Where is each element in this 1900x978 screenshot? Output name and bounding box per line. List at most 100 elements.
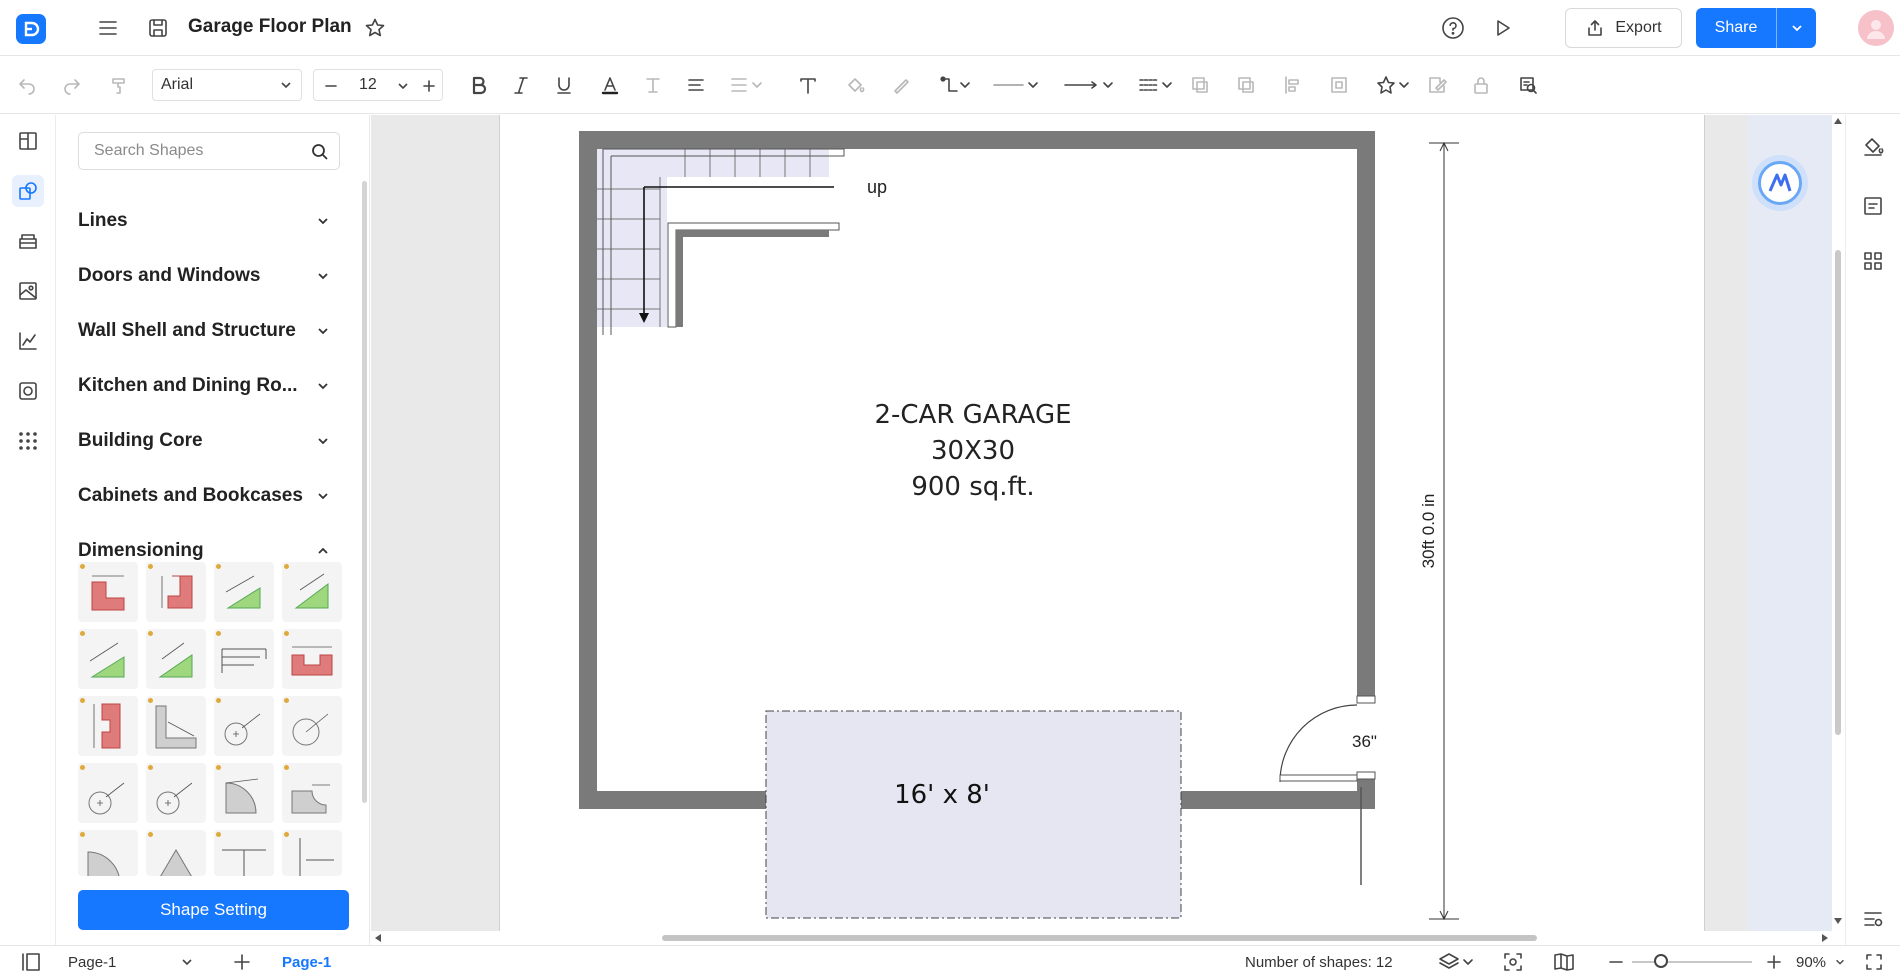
stair-label[interactable]: up bbox=[867, 177, 887, 197]
room-area-label[interactable]: 900 sq.ft. bbox=[911, 472, 1034, 502]
category-cabinets-bookcases[interactable]: Cabinets and Bookcases bbox=[78, 481, 340, 511]
shape-effects-icon[interactable] bbox=[1375, 71, 1413, 99]
play-icon[interactable] bbox=[1489, 14, 1517, 42]
canvas-horizontal-scrollbar[interactable] bbox=[371, 931, 1835, 945]
dimension-shape-tile[interactable] bbox=[214, 696, 274, 756]
canvas-vertical-scrollbar[interactable] bbox=[1832, 115, 1844, 931]
line-spacing-icon[interactable] bbox=[727, 71, 767, 99]
font-size-value[interactable]: 12 bbox=[359, 76, 377, 94]
zoom-level-select[interactable]: 90% bbox=[1796, 946, 1844, 978]
save-icon[interactable] bbox=[144, 14, 172, 42]
page-panel-icon[interactable] bbox=[20, 946, 42, 978]
group-icon[interactable] bbox=[1326, 71, 1352, 99]
scroll-right-icon[interactable] bbox=[1821, 934, 1829, 942]
increase-size-button[interactable] bbox=[418, 72, 440, 100]
category-lines[interactable]: Lines bbox=[78, 206, 340, 236]
format-painter-icon[interactable] bbox=[106, 71, 132, 99]
reading-mode-icon[interactable] bbox=[1553, 946, 1575, 978]
focus-mode-icon[interactable] bbox=[1502, 946, 1524, 978]
bring-front-icon[interactable] bbox=[1187, 71, 1213, 99]
edit-shape-icon[interactable] bbox=[1424, 71, 1450, 99]
scroll-down-icon[interactable] bbox=[1834, 917, 1842, 925]
find-replace-icon[interactable] bbox=[1515, 71, 1541, 99]
dimension-shape-tile[interactable] bbox=[214, 830, 274, 876]
redo-icon[interactable] bbox=[59, 71, 85, 99]
dimension-shape-tile[interactable] bbox=[78, 562, 138, 622]
export-button[interactable]: Export bbox=[1565, 8, 1682, 48]
garage-floor-plan-drawing[interactable]: up 2-CAR GARAGE 30X30 900 sq.ft. 16' x 8… bbox=[500, 115, 1706, 931]
undo-icon[interactable] bbox=[14, 71, 40, 99]
garage-door-label[interactable]: 16' x 8' bbox=[894, 780, 990, 810]
send-back-icon[interactable] bbox=[1233, 71, 1259, 99]
room-name-label[interactable]: 2-CAR GARAGE bbox=[874, 400, 1071, 430]
page-select[interactable]: Page-1 bbox=[68, 946, 196, 978]
zoom-slider-track[interactable] bbox=[1632, 961, 1752, 963]
category-wall-shell[interactable]: Wall Shell and Structure bbox=[78, 316, 340, 346]
dimension-shape-tile[interactable] bbox=[146, 830, 206, 876]
category-kitchen-dining[interactable]: Kitchen and Dining Ro... bbox=[78, 371, 340, 401]
category-building-core[interactable]: Building Core bbox=[78, 426, 340, 456]
library-scrollbar[interactable] bbox=[362, 181, 367, 803]
image-icon[interactable] bbox=[12, 275, 44, 307]
lock-icon[interactable] bbox=[1468, 71, 1494, 99]
dimension-shape-tile[interactable] bbox=[214, 763, 274, 823]
dimension-shape-tile[interactable] bbox=[282, 629, 342, 689]
dimension-shape-tile[interactable] bbox=[78, 696, 138, 756]
arrow-style-icon[interactable] bbox=[1061, 71, 1117, 99]
add-page-icon[interactable] bbox=[232, 946, 252, 978]
scroll-up-icon[interactable] bbox=[1834, 117, 1842, 125]
line-style-icon[interactable] bbox=[990, 71, 1042, 99]
library-icon[interactable] bbox=[12, 225, 44, 257]
dimension-shape-tile[interactable] bbox=[146, 629, 206, 689]
fullscreen-icon[interactable] bbox=[1864, 946, 1884, 978]
layers-icon[interactable] bbox=[1437, 946, 1475, 978]
dimension-shape-tile[interactable] bbox=[146, 562, 206, 622]
font-family-select[interactable]: Arial bbox=[152, 69, 302, 101]
paint-bucket-icon[interactable] bbox=[1857, 130, 1889, 162]
dimension-shape-tile[interactable] bbox=[282, 696, 342, 756]
dimension-shape-tile[interactable] bbox=[78, 629, 138, 689]
drawing-canvas[interactable]: up 2-CAR GARAGE 30X30 900 sq.ft. 16' x 8… bbox=[371, 115, 1835, 931]
staircase[interactable] bbox=[597, 148, 845, 335]
chart-icon[interactable] bbox=[12, 325, 44, 357]
dimension-label[interactable]: 30ft 0.0 in bbox=[1419, 494, 1438, 569]
scroll-left-icon[interactable] bbox=[374, 934, 382, 942]
line-weight-icon[interactable] bbox=[1136, 71, 1174, 99]
connector-icon[interactable] bbox=[938, 71, 974, 99]
underline-icon[interactable] bbox=[551, 71, 577, 99]
entry-door[interactable] bbox=[1279, 695, 1376, 885]
dimension-shape-tile[interactable] bbox=[282, 562, 342, 622]
zoom-out-icon[interactable] bbox=[1608, 946, 1624, 978]
zoom-in-icon[interactable] bbox=[1766, 946, 1782, 978]
align-objects-icon[interactable] bbox=[1280, 71, 1306, 99]
drawing-page[interactable]: up 2-CAR GARAGE 30X30 900 sq.ft. 16' x 8… bbox=[499, 115, 1705, 931]
chevron-down-icon[interactable] bbox=[396, 79, 410, 93]
menu-icon[interactable] bbox=[94, 14, 122, 42]
text-style-icon[interactable] bbox=[640, 71, 666, 99]
ai-assistant-button[interactable] bbox=[1752, 155, 1808, 211]
shape-setting-button[interactable]: Shape Setting bbox=[78, 890, 349, 930]
templates-icon[interactable] bbox=[12, 125, 44, 157]
dimension-shape-tile[interactable] bbox=[214, 629, 274, 689]
more-apps-icon[interactable] bbox=[12, 425, 44, 457]
grid-apps-icon[interactable] bbox=[1857, 245, 1889, 277]
dimension-shape-tile[interactable] bbox=[146, 696, 206, 756]
bold-icon[interactable] bbox=[466, 71, 492, 99]
help-icon[interactable] bbox=[1439, 14, 1467, 42]
category-doors-windows[interactable]: Doors and Windows bbox=[78, 261, 340, 291]
star-icon[interactable] bbox=[361, 14, 389, 42]
zoom-slider-handle[interactable] bbox=[1654, 954, 1668, 968]
text-tool-icon[interactable] bbox=[795, 71, 821, 99]
italic-icon[interactable] bbox=[508, 71, 534, 99]
outline-settings-icon[interactable] bbox=[1857, 903, 1889, 935]
door-width-label[interactable]: 36" bbox=[1352, 732, 1377, 751]
line-color-icon[interactable] bbox=[888, 71, 914, 99]
page-tab-active[interactable]: Page-1 bbox=[282, 946, 331, 978]
decrease-size-button[interactable] bbox=[320, 72, 342, 100]
document-title[interactable]: Garage Floor Plan bbox=[188, 16, 352, 38]
dimension-shape-tile[interactable] bbox=[146, 763, 206, 823]
app-logo-icon[interactable] bbox=[16, 14, 46, 44]
camera-icon[interactable] bbox=[12, 375, 44, 407]
share-dropdown-icon[interactable] bbox=[1777, 21, 1816, 35]
dimension-shape-tile[interactable] bbox=[78, 830, 138, 876]
